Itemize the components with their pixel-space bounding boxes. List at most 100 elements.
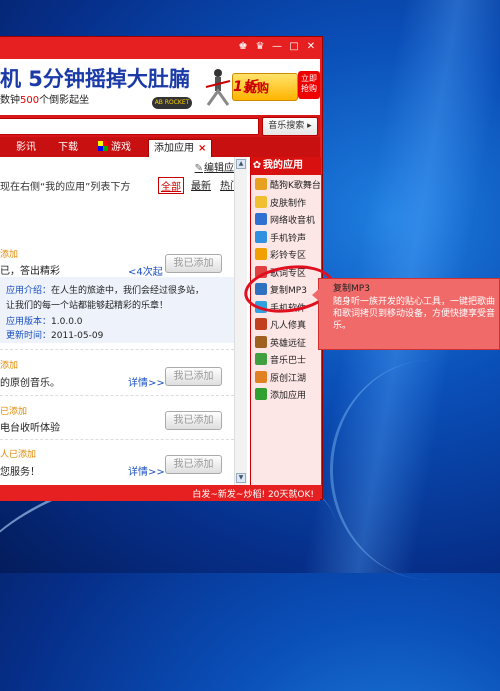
item-status: 人已添加 — [0, 450, 37, 460]
app-detail-box: 应用介绍：在人生的旅途中，我们会经过很多站， 让我们的每一个站都能够起精彩的乐章… — [0, 277, 234, 343]
search-input[interactable] — [0, 118, 259, 135]
filter-all[interactable]: 全部 — [158, 177, 184, 194]
sidebar-item-radio[interactable]: 网络收音机 — [255, 212, 315, 230]
puzzle-icon — [98, 141, 108, 151]
status-ad-link[interactable]: 白发~新发~炒稻! 20天就OK! — [192, 487, 314, 500]
sidebar-item-label: 酷狗K歌舞台 — [270, 181, 321, 191]
detail-intro: 应用介绍：在人生的旅途中，我们会经过很多站， — [6, 283, 204, 296]
sidebar-item-phone[interactable]: 手机铃声 — [255, 230, 306, 248]
sidebar-item-label: 添加应用 — [270, 391, 307, 401]
menu-icon[interactable]: ♛ — [253, 40, 267, 53]
filter-latest[interactable]: 最新 — [191, 177, 211, 192]
item-status: 添加 — [0, 361, 19, 371]
ad-buy-now-button[interactable]: 立即抢购 — [298, 71, 320, 99]
banner-sub-prefix: 数钟 — [0, 95, 20, 106]
item-desc: 的原创音乐。 — [0, 378, 60, 389]
sidebar-item-bell[interactable]: 彩铃专区 — [255, 247, 306, 265]
sidebar-item-scroll[interactable]: 原创江湖 — [255, 370, 306, 388]
search-bar: 音乐搜索 ▸ — [0, 115, 320, 137]
sidebar-item-label: 网络收音机 — [270, 216, 316, 226]
detail-update-value: 2011-05-09 — [51, 331, 104, 341]
scroll-icon — [255, 370, 267, 383]
tab-add-app-label: 添加应用 — [154, 143, 194, 154]
my-apps-title: 我的应用 — [263, 160, 303, 171]
item-desc: 电台收听体验 — [0, 423, 60, 434]
detail-intro-2: 让我们的每一个站都能够起精彩的乐章！ — [6, 301, 169, 311]
divider — [0, 395, 234, 396]
detail-version-label: 应用版本： — [6, 317, 52, 327]
item-status: 添加 — [0, 250, 19, 260]
sidebar-item-plus[interactable]: 添加应用 — [255, 387, 306, 405]
added-button[interactable]: 我已添加 — [165, 455, 222, 474]
item-status: 已添加 — [0, 407, 28, 417]
item-link[interactable]: <4次起 — [128, 263, 163, 278]
hint-text: 现在右侧“我的应用”列表下方 — [0, 182, 131, 193]
banner-sub-suffix: 个倒影起坐 — [39, 95, 90, 106]
banner-sub-number: 500 — [20, 95, 40, 106]
sidebar-item-palette[interactable]: 皮肤制作 — [255, 195, 306, 213]
detail-version: 应用版本：1.0.0.0 — [6, 314, 83, 327]
minimize-icon[interactable]: — — [270, 40, 284, 53]
mic-icon — [255, 178, 267, 190]
added-button[interactable]: 我已添加 — [165, 411, 222, 430]
tab-close-icon[interactable]: × — [198, 143, 206, 154]
game-icon — [255, 318, 267, 330]
filter-row: 现在右侧“我的应用”列表下方 全部 最新 热门 — [0, 175, 250, 194]
item-details-link[interactable]: 详情>> — [128, 463, 165, 478]
my-apps-sidebar: ✿ 我的应用 酷狗K歌舞台 皮肤制作 网络收音机 手机铃声 彩铃专区 歌词专区 复制MP3 手机… — [250, 157, 321, 485]
ad-promo-box[interactable]: 1折 抢购 — [232, 73, 298, 101]
detail-intro-text: 在人生的旅途中，我们会经过很多站， — [51, 286, 205, 296]
item-details-link[interactable]: 详情>> — [128, 374, 165, 389]
detail-version-value: 1.0.0.0 — [51, 317, 83, 327]
status-bar: 白发~新发~炒稻! 20天就OK! — [0, 485, 320, 501]
ad-banner[interactable]: 机 5分钟摇掉大肚腩 数钟500个倒影起坐 AB ROCKET 1折 抢购 立即… — [0, 59, 320, 115]
sidebar-item-game[interactable]: 凡人修真 — [255, 317, 306, 335]
vertical-scrollbar[interactable]: ▲ ▼ — [234, 157, 247, 485]
added-button[interactable]: 我已添加 — [165, 367, 222, 386]
tooltip-arrow — [312, 289, 319, 301]
phone-icon — [255, 230, 267, 243]
bell-icon — [255, 248, 267, 260]
sidebar-item-label: 手机铃声 — [270, 233, 307, 244]
tab-movies[interactable]: 影讯 — [16, 139, 36, 157]
detail-update-label: 更新时间： — [6, 331, 52, 341]
sidebar-item-label: 音乐巴士 — [270, 356, 307, 366]
sidebar-item-label: 原创江湖 — [270, 373, 307, 384]
gear-icon: ✿ — [252, 160, 262, 171]
ad-brand-logo: AB ROCKET — [152, 97, 192, 109]
app-list-panel: ✎编辑应用 现在右侧“我的应用”列表下方 全部 最新 热门 添加 已，答出精彩 … — [0, 157, 250, 485]
sidebar-item-sword[interactable]: 英雄远征 — [255, 335, 306, 353]
banner-title[interactable]: 机 5分钟摇掉大肚腩 — [0, 63, 190, 93]
added-button[interactable]: 我已添加 — [165, 254, 222, 273]
bus-icon — [255, 353, 267, 365]
my-apps-header[interactable]: ✿ 我的应用 — [251, 157, 321, 175]
tab-games-label: 游戏 — [111, 142, 131, 153]
close-icon[interactable]: ✕ — [304, 40, 318, 53]
tab-add-app[interactable]: 添加应用 × — [148, 139, 213, 157]
scroll-down-icon[interactable]: ▼ — [236, 473, 246, 483]
app-tooltip: 复制MP3 随身听一族开发的贴心工具，一键把歌曲和歌词拷贝到移动设备，方便快捷享… — [312, 278, 500, 350]
window-controls: ♚ ♛ — □ ✕ — [236, 40, 318, 53]
divider — [0, 349, 234, 350]
sidebar-item-label: 彩铃专区 — [270, 251, 307, 261]
tab-games[interactable]: 游戏 — [98, 139, 131, 157]
tab-download[interactable]: 下载 — [58, 139, 78, 157]
maximize-icon[interactable]: □ — [287, 40, 301, 53]
sword-icon — [255, 335, 267, 348]
exerciser-figure-icon — [205, 69, 231, 106]
sidebar-item-mic[interactable]: 酷狗K歌舞台 — [255, 177, 321, 195]
item-desc: 已，答出精彩 — [0, 266, 60, 277]
scroll-up-icon[interactable]: ▲ — [236, 159, 246, 169]
tooltip-body: 随身听一族开发的贴心工具，一键把歌曲和歌词拷贝到移动设备，方便快捷享受音乐。 — [333, 297, 496, 331]
sidebar-item-bus[interactable]: 音乐巴士 — [255, 352, 306, 370]
item-desc: 您服务！ — [0, 467, 40, 478]
tooltip-title: 复制MP3 — [333, 284, 370, 294]
sidebar-item-label: 英雄远征 — [270, 338, 307, 349]
tab-bar: 影讯 下载 游戏 添加应用 × — [0, 137, 320, 157]
plus-icon — [255, 388, 267, 400]
sidebar-item-label: 皮肤制作 — [270, 198, 307, 209]
music-search-button[interactable]: 音乐搜索 ▸ — [262, 117, 318, 136]
detail-intro-label: 应用介绍： — [6, 286, 52, 296]
ad-graphic[interactable]: AB ROCKET 1折 抢购 立即抢购 — [152, 65, 320, 111]
skin-icon[interactable]: ♚ — [236, 40, 250, 53]
